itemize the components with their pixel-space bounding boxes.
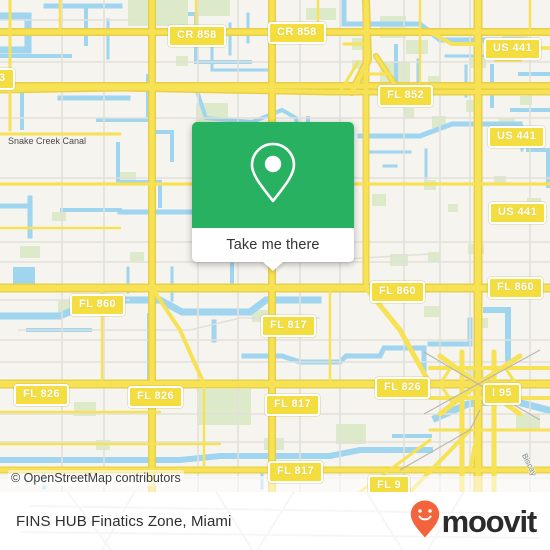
- road-shield: US 441: [488, 126, 546, 148]
- water-label-snake-creek-canal: Snake Creek Canal: [8, 136, 87, 146]
- road-shield: FL 852: [378, 85, 434, 107]
- map-canvas[interactable]: CR 858 CR 858 US 441 FL 852 3 US 441 US …: [0, 0, 550, 492]
- road-shield: FL 817: [261, 315, 317, 337]
- map-pin-icon: [246, 139, 300, 212]
- moovit-logo[interactable]: moovit: [409, 499, 538, 544]
- road-shield: FL 826: [14, 384, 70, 406]
- road-shield: FL 817: [268, 461, 324, 483]
- road-shield: FL 860: [370, 281, 426, 303]
- road-shield: FL 9: [368, 475, 411, 492]
- road-shield: US 441: [484, 38, 542, 60]
- moovit-wordmark: moovit: [441, 503, 538, 539]
- place-title: FINS HUB Finatics Zone, Miami: [16, 512, 232, 530]
- moovit-smiley-pin-icon: [409, 499, 441, 544]
- osm-attribution[interactable]: © OpenStreetMap contributors: [8, 470, 184, 486]
- callout-tail-pointer: [262, 261, 284, 271]
- callout-image-area: [192, 122, 354, 228]
- road-shield: I 95: [483, 383, 521, 405]
- road-shield: FL 826: [128, 386, 184, 408]
- road-shield: FL 860: [70, 294, 126, 316]
- road-shield: CR 858: [168, 25, 226, 47]
- road-shield: FL 817: [265, 394, 321, 416]
- road-shield: 3: [0, 68, 15, 90]
- take-me-there-label: Take me there: [226, 237, 320, 253]
- callout-action-bar[interactable]: Take me there: [192, 228, 354, 271]
- road-shield: FL 860: [488, 277, 544, 299]
- road-shield: FL 826: [375, 377, 431, 399]
- bottom-info-bar: FINS HUB Finatics Zone, Miami moovit: [0, 492, 550, 550]
- road-shield: CR 858: [268, 22, 326, 44]
- road-shield: US 441: [489, 202, 547, 224]
- location-callout-card[interactable]: Take me there: [192, 122, 354, 271]
